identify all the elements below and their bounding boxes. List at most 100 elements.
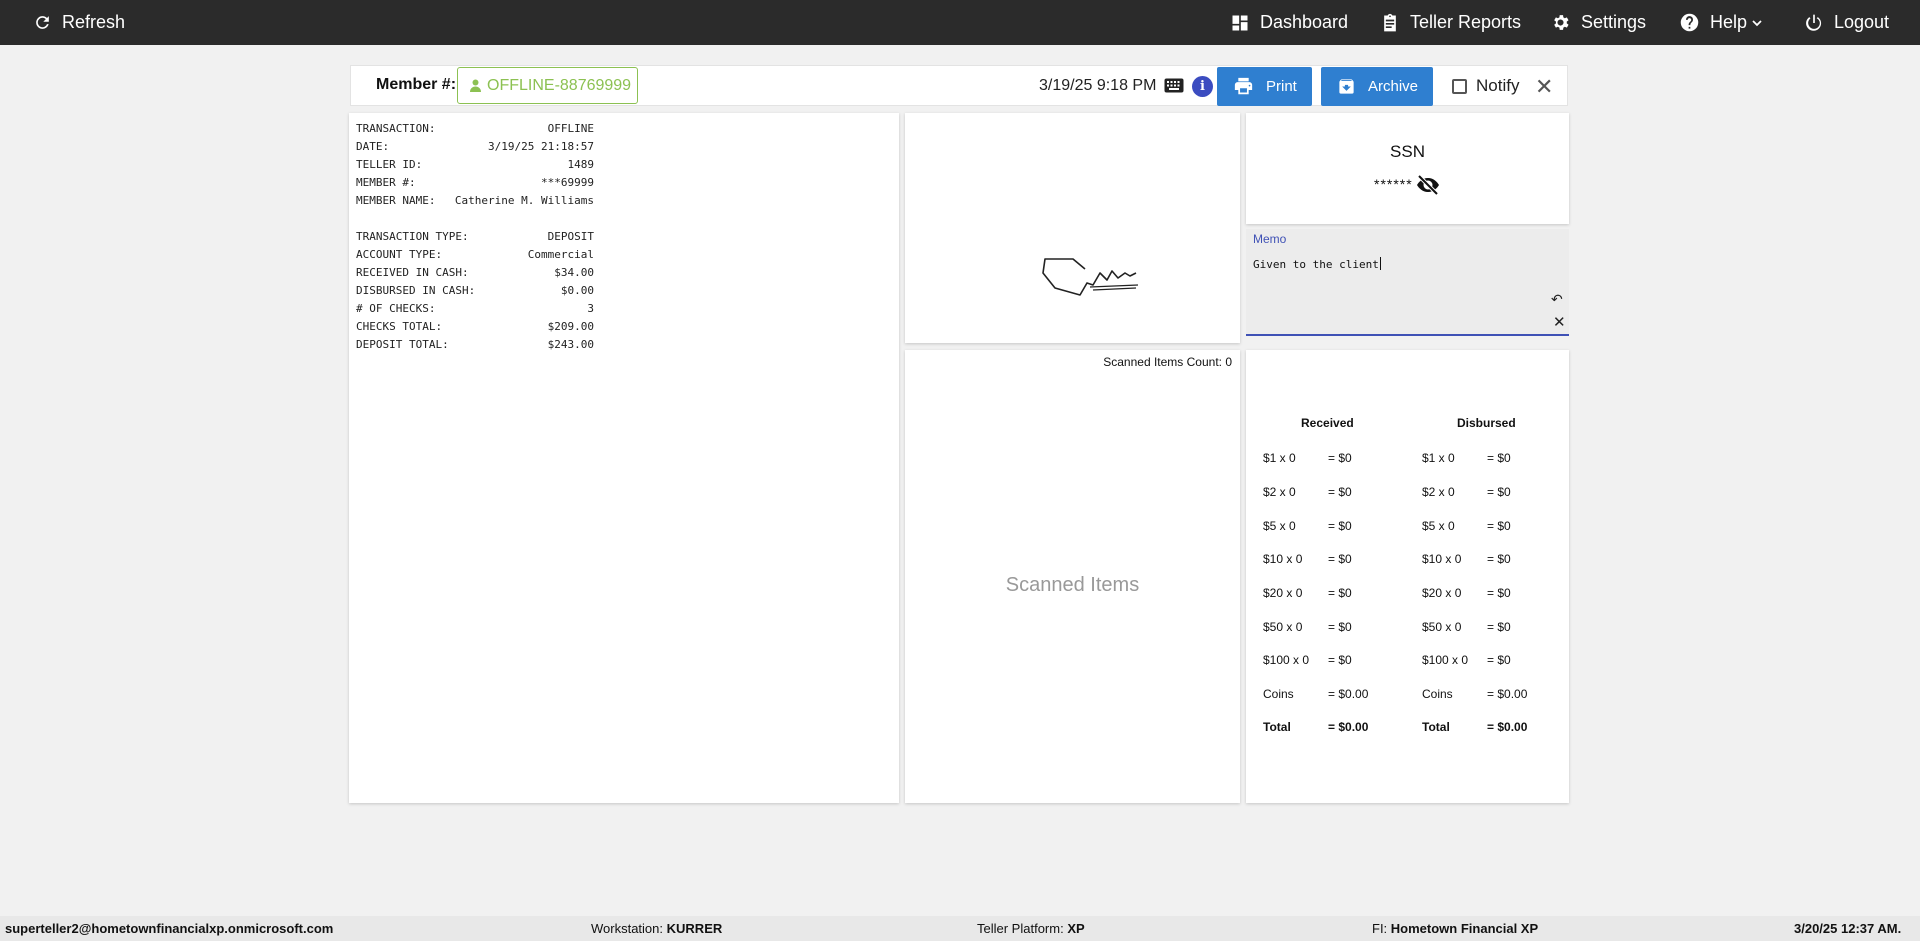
help-icon xyxy=(1680,13,1699,32)
disbursed-amount: = $0 xyxy=(1487,451,1511,465)
received-header: Received xyxy=(1301,416,1354,430)
receipt-row-value: 3 xyxy=(587,302,594,315)
receipt-row: TRANSACTION TYPE: DEPOSIT xyxy=(356,228,594,246)
user-icon xyxy=(470,79,481,92)
receipt-lines: TRANSACTION: OFFLINE DATE: 3/19/25 21:18:57… xyxy=(356,120,892,210)
disbursed-denomination: $5 x 0 xyxy=(1422,519,1455,533)
received-denomination: Coins xyxy=(1263,687,1294,701)
receipt-row-value: 1489 xyxy=(567,158,595,171)
close-icon[interactable]: ✕ xyxy=(1535,74,1553,100)
help-label: Help xyxy=(1710,12,1748,32)
memo-label: Memo xyxy=(1253,232,1287,246)
receipt-row: DISBURSED IN CASH: $0.00 xyxy=(356,282,594,300)
receipt-row: DEPOSIT TOTAL: $243.00 xyxy=(356,336,594,354)
disbursed-amount: = $0 xyxy=(1487,620,1511,634)
receipt-panel: TRANSACTION: OFFLINE DATE: 3/19/25 21:18:57… xyxy=(349,113,899,803)
receipt-row-value: 3/19/25 21:18:57 xyxy=(488,140,594,153)
logout-label: Logout xyxy=(1834,12,1890,32)
footer-timestamp: 3/20/25 12:37 AM. xyxy=(1794,921,1902,936)
received-amount: = $0 xyxy=(1328,485,1352,499)
received-denomination: $2 x 0 xyxy=(1263,485,1296,499)
memo-input[interactable]: Given to the client xyxy=(1253,257,1381,271)
footer-user: superteller2@hometownfinancialxp.onmicro… xyxy=(5,921,334,936)
disbursed-denomination: Total xyxy=(1422,720,1450,734)
footer-workstation-label: Workstation: xyxy=(591,921,664,936)
cash-breakdown-panel: Received Disbursed $1 x 0 = $0 $2 x 0 = $0 $… xyxy=(1246,350,1569,803)
receipt-row-label: DISBURSED IN CASH: xyxy=(356,284,476,297)
receipt-row: ACCOUNT TYPE: Commercial xyxy=(356,246,594,264)
help-menu[interactable]: Help xyxy=(1679,0,1763,45)
disbursed-denomination: $1 x 0 xyxy=(1422,451,1455,465)
gear-icon xyxy=(1554,15,1569,30)
status-footer: superteller2@hometownfinancialxp.onmicro… xyxy=(0,916,1920,941)
memo-field[interactable]: Memo Given to the client ↶ ✕ xyxy=(1246,229,1569,336)
footer-workstation-value: KURRER xyxy=(666,921,723,936)
undo-icon[interactable]: ↶ xyxy=(1551,291,1563,308)
disbursed-amount: = $0 xyxy=(1487,586,1511,600)
teller-reports-button[interactable]: Teller Reports xyxy=(1380,0,1521,45)
receipt-row: RECEIVED IN CASH: $34.00 xyxy=(356,264,594,282)
settings-label: Settings xyxy=(1581,12,1647,32)
notify-checkbox[interactable]: Notify xyxy=(1452,76,1519,96)
received-amount: = $0 xyxy=(1328,552,1352,566)
refresh-icon xyxy=(36,16,49,29)
transaction-header: Member #: OFFLINE-88769999 3/19/25 9:18 … xyxy=(350,65,1568,106)
ssn-title: SSN xyxy=(1390,142,1425,161)
footer-workstation: Workstation: KURRER xyxy=(591,921,722,936)
clear-icon[interactable]: ✕ xyxy=(1553,313,1566,331)
disbursed-amount: = $0.00 xyxy=(1487,687,1528,701)
logout-button[interactable]: Logout xyxy=(1804,0,1889,45)
disbursed-denomination: $10 x 0 xyxy=(1422,552,1462,566)
transaction-datetime: 3/19/25 9:18 PM xyxy=(1039,77,1157,94)
disbursed-denomination: $20 x 0 xyxy=(1422,586,1462,600)
ssn-masked-value: ****** xyxy=(1374,176,1413,192)
received-denomination: $5 x 0 xyxy=(1263,519,1296,533)
disbursed-amount: = $0 xyxy=(1487,485,1511,499)
notify-checkbox-box[interactable] xyxy=(1452,78,1467,94)
disbursed-amount: = $0.00 xyxy=(1487,720,1528,734)
archive-button[interactable]: Archive xyxy=(1321,67,1433,106)
signature-image xyxy=(1042,258,1139,296)
received-amount: = $0 xyxy=(1328,620,1352,634)
scanned-items-panel: Scanned Items Count: 0 Scanned Items xyxy=(905,350,1240,803)
receipt-row-label: RECEIVED IN CASH: xyxy=(356,266,469,279)
receipt-row-value: OFFLINE xyxy=(547,122,594,135)
receipt-row-label: DEPOSIT TOTAL: xyxy=(356,338,449,351)
footer-fi-label: FI: xyxy=(1372,921,1388,936)
chevron-down-icon xyxy=(1752,19,1762,26)
disbursed-amount: = $0 xyxy=(1487,653,1511,667)
teller-reports-label: Teller Reports xyxy=(1410,12,1522,32)
receipt-row: DATE: 3/19/25 21:18:57 xyxy=(356,138,594,156)
receipt-row-value: $243.00 xyxy=(547,338,594,351)
receipt-row: # OF CHECKS: 3 xyxy=(356,300,594,318)
info-icon[interactable]: i xyxy=(1192,76,1213,97)
eye-slash-icon[interactable] xyxy=(1416,174,1440,200)
receipt-row-label: TRANSACTION TYPE: xyxy=(356,230,469,243)
clipboard-icon xyxy=(1384,13,1396,31)
ssn-panel: SSN ****** xyxy=(1246,113,1569,224)
disbursed-denomination: $50 x 0 xyxy=(1422,620,1462,634)
disbursed-denomination: $100 x 0 xyxy=(1422,653,1469,667)
receipt-row: MEMBER NAME: Catherine M. Williams xyxy=(356,192,594,210)
receipt-row-value: $209.00 xyxy=(547,320,594,333)
receipt-row: TELLER ID: 1489 xyxy=(356,156,594,174)
received-denomination: $20 x 0 xyxy=(1263,586,1303,600)
dashboard-button[interactable]: Dashboard xyxy=(1230,0,1348,45)
print-button[interactable]: Print xyxy=(1217,67,1312,106)
receipt-row-label: MEMBER #: xyxy=(356,176,416,189)
receipt-row-value: ***69999 xyxy=(541,176,594,189)
member-number-chip[interactable]: OFFLINE-88769999 xyxy=(457,67,638,104)
receipt-row-value: Catherine M. Williams xyxy=(454,194,594,207)
settings-button[interactable]: Settings xyxy=(1550,0,1646,45)
top-nav: Refresh Dashboard Teller Reports Setting… xyxy=(0,0,1920,45)
receipt-row: CHECKS TOTAL: $209.00 xyxy=(356,318,594,336)
footer-fi-value: Hometown Financial XP xyxy=(1390,921,1539,936)
disbursed-amount: = $0 xyxy=(1487,552,1511,566)
printer-icon xyxy=(1234,77,1253,95)
archive-icon xyxy=(1339,79,1354,94)
keyboard-icon[interactable] xyxy=(1164,78,1184,98)
receipt-row-value: $34.00 xyxy=(554,266,594,279)
refresh-button[interactable]: Refresh xyxy=(33,0,125,45)
received-amount: = $0 xyxy=(1328,519,1352,533)
received-amount: = $0.00 xyxy=(1328,720,1369,734)
